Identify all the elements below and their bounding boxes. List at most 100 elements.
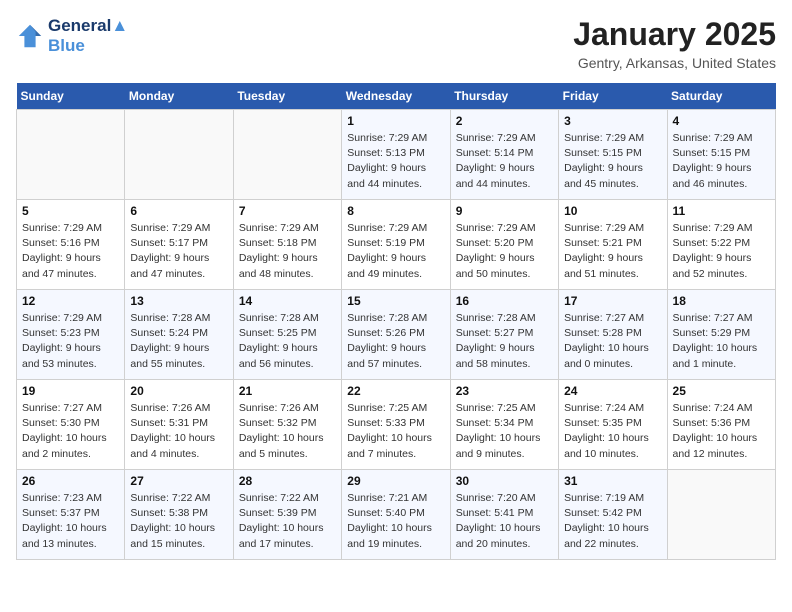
day-detail: Sunrise: 7:22 AM Sunset: 5:38 PM Dayligh… bbox=[130, 491, 227, 552]
day-number: 18 bbox=[673, 294, 770, 308]
day-detail: Sunrise: 7:29 AM Sunset: 5:19 PM Dayligh… bbox=[347, 221, 444, 282]
calendar-cell: 22Sunrise: 7:25 AM Sunset: 5:33 PM Dayli… bbox=[342, 380, 450, 470]
day-number: 21 bbox=[239, 384, 336, 398]
day-detail: Sunrise: 7:20 AM Sunset: 5:41 PM Dayligh… bbox=[456, 491, 553, 552]
day-number: 15 bbox=[347, 294, 444, 308]
location: Gentry, Arkansas, United States bbox=[573, 55, 776, 71]
weekday-header: Sunday bbox=[17, 83, 125, 110]
calendar-week-row: 19 Sunrise: 7:27 AM Sunset: 5:30 PM Dayli… bbox=[17, 380, 776, 470]
day-detail: Sunrise: 7:25 AM Sunset: 5:34 PM Dayligh… bbox=[456, 401, 553, 462]
title-block: January 2025 Gentry, Arkansas, United St… bbox=[573, 16, 776, 71]
calendar-cell: 28 Sunrise: 7:22 AM Sunset: 5:39 PM Dayli… bbox=[233, 470, 341, 560]
day-detail: Sunrise: 7:25 AM Sunset: 5:33 PM Dayligh… bbox=[347, 401, 444, 462]
day-number: 19 bbox=[22, 384, 119, 398]
calendar-cell: 29Sunrise: 7:21 AM Sunset: 5:40 PM Dayli… bbox=[342, 470, 450, 560]
day-detail: Sunrise: 7:29 AM Sunset: 5:16 PM Dayligh… bbox=[22, 221, 119, 282]
day-detail: Sunrise: 7:29 AM Sunset: 5:21 PM Dayligh… bbox=[564, 221, 661, 282]
day-detail: Sunrise: 7:24 AM Sunset: 5:36 PM Dayligh… bbox=[673, 401, 770, 462]
calendar-cell: 21 Sunrise: 7:26 AM Sunset: 5:32 PM Dayli… bbox=[233, 380, 341, 470]
day-number: 30 bbox=[456, 474, 553, 488]
day-number: 9 bbox=[456, 204, 553, 218]
calendar-cell bbox=[17, 110, 125, 200]
calendar-cell: 25 Sunrise: 7:24 AM Sunset: 5:36 PM Dayli… bbox=[667, 380, 775, 470]
calendar-cell: 3 Sunrise: 7:29 AM Sunset: 5:15 PM Daylig… bbox=[559, 110, 667, 200]
calendar-cell: 10Sunrise: 7:29 AM Sunset: 5:21 PM Dayli… bbox=[559, 200, 667, 290]
day-number: 17 bbox=[564, 294, 661, 308]
day-detail: Sunrise: 7:29 AM Sunset: 5:13 PM Dayligh… bbox=[347, 131, 444, 192]
calendar-week-row: 26 Sunrise: 7:23 AM Sunset: 5:37 PM Dayli… bbox=[17, 470, 776, 560]
day-number: 6 bbox=[130, 204, 227, 218]
day-number: 14 bbox=[239, 294, 336, 308]
calendar-cell: 23Sunrise: 7:25 AM Sunset: 5:34 PM Dayli… bbox=[450, 380, 558, 470]
calendar-cell: 4 Sunrise: 7:29 AM Sunset: 5:15 PM Daylig… bbox=[667, 110, 775, 200]
calendar-cell: 12 Sunrise: 7:29 AM Sunset: 5:23 PM Dayli… bbox=[17, 290, 125, 380]
day-number: 3 bbox=[564, 114, 661, 128]
day-detail: Sunrise: 7:29 AM Sunset: 5:18 PM Dayligh… bbox=[239, 221, 336, 282]
day-number: 16 bbox=[456, 294, 553, 308]
calendar-cell: 18 Sunrise: 7:27 AM Sunset: 5:29 PM Dayli… bbox=[667, 290, 775, 380]
day-detail: Sunrise: 7:29 AM Sunset: 5:20 PM Dayligh… bbox=[456, 221, 553, 282]
calendar-cell: 15 Sunrise: 7:28 AM Sunset: 5:26 PM Dayli… bbox=[342, 290, 450, 380]
day-detail: Sunrise: 7:29 AM Sunset: 5:22 PM Dayligh… bbox=[673, 221, 770, 282]
weekday-header: Monday bbox=[125, 83, 233, 110]
calendar-cell: 16 Sunrise: 7:28 AM Sunset: 5:27 PM Dayli… bbox=[450, 290, 558, 380]
calendar-cell: 30 Sunrise: 7:20 AM Sunset: 5:41 PM Dayli… bbox=[450, 470, 558, 560]
day-detail: Sunrise: 7:28 AM Sunset: 5:27 PM Dayligh… bbox=[456, 311, 553, 372]
day-detail: Sunrise: 7:28 AM Sunset: 5:26 PM Dayligh… bbox=[347, 311, 444, 372]
calendar-table: SundayMondayTuesdayWednesdayThursdayFrid… bbox=[16, 83, 776, 560]
calendar-cell: 13 Sunrise: 7:28 AM Sunset: 5:24 PM Dayli… bbox=[125, 290, 233, 380]
day-detail: Sunrise: 7:29 AM Sunset: 5:23 PM Dayligh… bbox=[22, 311, 119, 372]
logo: General▲ Blue bbox=[16, 16, 128, 56]
day-detail: Sunrise: 7:29 AM Sunset: 5:15 PM Dayligh… bbox=[673, 131, 770, 192]
calendar-cell: 7 Sunrise: 7:29 AM Sunset: 5:18 PM Daylig… bbox=[233, 200, 341, 290]
day-detail: Sunrise: 7:29 AM Sunset: 5:14 PM Dayligh… bbox=[456, 131, 553, 192]
day-detail: Sunrise: 7:28 AM Sunset: 5:24 PM Dayligh… bbox=[130, 311, 227, 372]
day-detail: Sunrise: 7:28 AM Sunset: 5:25 PM Dayligh… bbox=[239, 311, 336, 372]
calendar-cell: 6Sunrise: 7:29 AM Sunset: 5:17 PM Daylig… bbox=[125, 200, 233, 290]
day-number: 4 bbox=[673, 114, 770, 128]
day-number: 11 bbox=[673, 204, 770, 218]
day-number: 27 bbox=[130, 474, 227, 488]
logo-text: General▲ Blue bbox=[48, 16, 128, 56]
weekday-header: Wednesday bbox=[342, 83, 450, 110]
day-number: 1 bbox=[347, 114, 444, 128]
logo-icon bbox=[16, 22, 44, 50]
day-number: 5 bbox=[22, 204, 119, 218]
day-detail: Sunrise: 7:26 AM Sunset: 5:31 PM Dayligh… bbox=[130, 401, 227, 462]
weekday-header: Friday bbox=[559, 83, 667, 110]
day-number: 25 bbox=[673, 384, 770, 398]
calendar-cell bbox=[125, 110, 233, 200]
day-detail: Sunrise: 7:27 AM Sunset: 5:30 PM Dayligh… bbox=[22, 401, 119, 462]
calendar-cell: 9 Sunrise: 7:29 AM Sunset: 5:20 PM Daylig… bbox=[450, 200, 558, 290]
day-number: 29 bbox=[347, 474, 444, 488]
calendar-cell: 11 Sunrise: 7:29 AM Sunset: 5:22 PM Dayli… bbox=[667, 200, 775, 290]
calendar-cell: 19 Sunrise: 7:27 AM Sunset: 5:30 PM Dayli… bbox=[17, 380, 125, 470]
calendar-cell: 27 Sunrise: 7:22 AM Sunset: 5:38 PM Dayli… bbox=[125, 470, 233, 560]
day-number: 12 bbox=[22, 294, 119, 308]
day-number: 7 bbox=[239, 204, 336, 218]
month-title: January 2025 bbox=[573, 16, 776, 53]
weekday-header: Thursday bbox=[450, 83, 558, 110]
calendar-cell: 2Sunrise: 7:29 AM Sunset: 5:14 PM Daylig… bbox=[450, 110, 558, 200]
calendar-week-row: 12 Sunrise: 7:29 AM Sunset: 5:23 PM Dayli… bbox=[17, 290, 776, 380]
day-number: 24 bbox=[564, 384, 661, 398]
day-number: 31 bbox=[564, 474, 661, 488]
calendar-cell: 20Sunrise: 7:26 AM Sunset: 5:31 PM Dayli… bbox=[125, 380, 233, 470]
day-number: 28 bbox=[239, 474, 336, 488]
day-number: 26 bbox=[22, 474, 119, 488]
calendar-cell: 24Sunrise: 7:24 AM Sunset: 5:35 PM Dayli… bbox=[559, 380, 667, 470]
weekday-header-row: SundayMondayTuesdayWednesdayThursdayFrid… bbox=[17, 83, 776, 110]
day-detail: Sunrise: 7:23 AM Sunset: 5:37 PM Dayligh… bbox=[22, 491, 119, 552]
day-detail: Sunrise: 7:22 AM Sunset: 5:39 PM Dayligh… bbox=[239, 491, 336, 552]
day-number: 8 bbox=[347, 204, 444, 218]
day-detail: Sunrise: 7:27 AM Sunset: 5:28 PM Dayligh… bbox=[564, 311, 661, 372]
day-detail: Sunrise: 7:29 AM Sunset: 5:15 PM Dayligh… bbox=[564, 131, 661, 192]
calendar-cell: 5 Sunrise: 7:29 AM Sunset: 5:16 PM Daylig… bbox=[17, 200, 125, 290]
weekday-header: Tuesday bbox=[233, 83, 341, 110]
day-detail: Sunrise: 7:26 AM Sunset: 5:32 PM Dayligh… bbox=[239, 401, 336, 462]
day-number: 13 bbox=[130, 294, 227, 308]
day-detail: Sunrise: 7:27 AM Sunset: 5:29 PM Dayligh… bbox=[673, 311, 770, 372]
calendar-cell bbox=[667, 470, 775, 560]
calendar-cell: 1 Sunrise: 7:29 AM Sunset: 5:13 PM Daylig… bbox=[342, 110, 450, 200]
day-detail: Sunrise: 7:19 AM Sunset: 5:42 PM Dayligh… bbox=[564, 491, 661, 552]
